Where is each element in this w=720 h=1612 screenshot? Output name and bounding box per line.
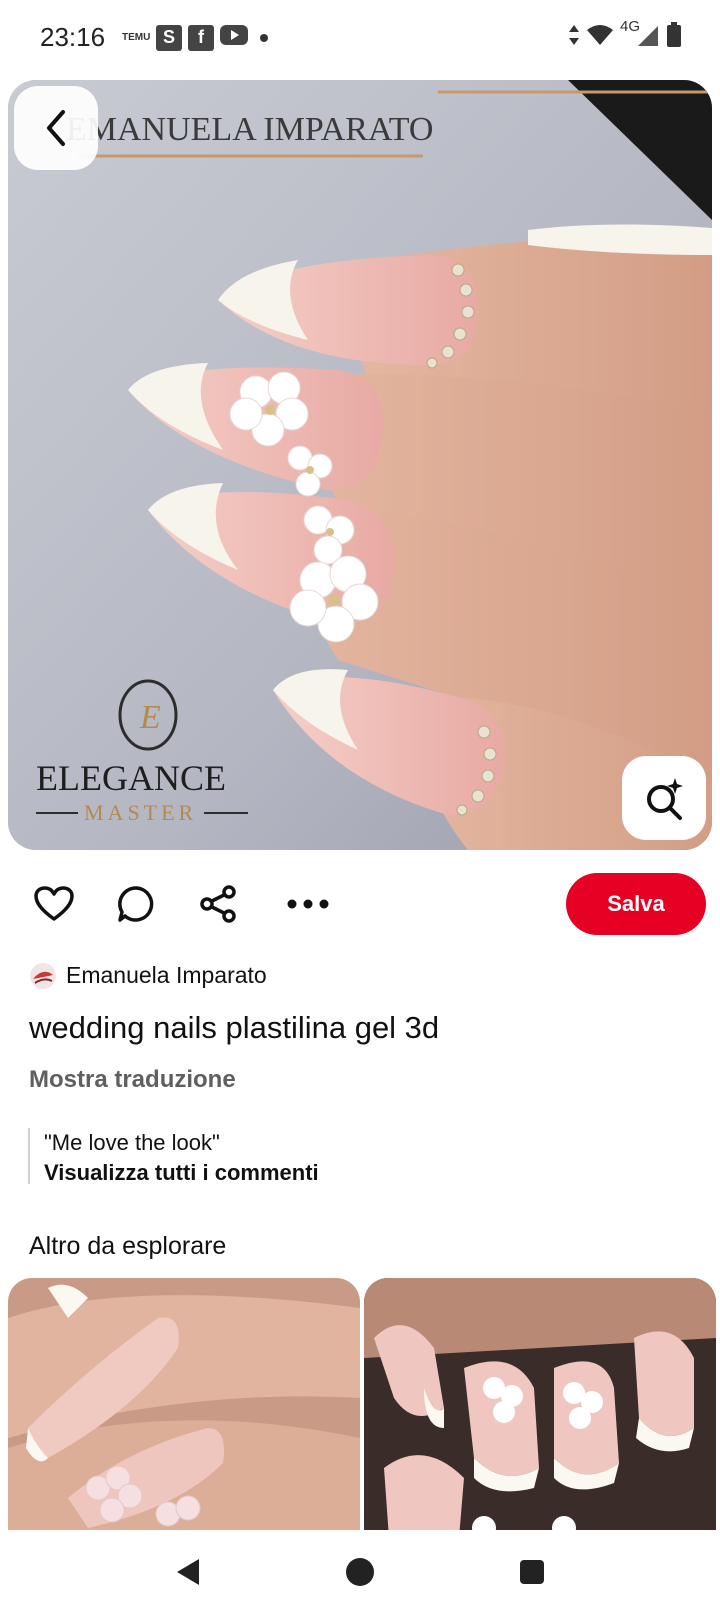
system-icons: 4G xyxy=(568,18,682,53)
visual-search-button[interactable] xyxy=(622,756,706,840)
explore-pin-2[interactable] xyxy=(364,1278,716,1538)
youtube-icon xyxy=(220,24,248,51)
temu-icon: TEMU xyxy=(122,31,151,43)
notification-icons: TEMU S f xyxy=(122,24,268,51)
nav-back-icon[interactable] xyxy=(168,1552,208,1592)
svg-text:MASTER: MASTER xyxy=(84,800,197,825)
svg-text:ELEGANCE: ELEGANCE xyxy=(36,758,226,798)
back-button[interactable] xyxy=(14,86,98,170)
explore-pin-1[interactable] xyxy=(8,1278,360,1538)
watermark-top: EMANUELA IMPARATO xyxy=(66,111,433,148)
save-button[interactable]: Salva xyxy=(566,873,706,935)
explore-heading: Altro da esplorare xyxy=(29,1232,227,1260)
nav-recents-icon[interactable] xyxy=(512,1552,552,1592)
pin-actions: Salva xyxy=(26,870,706,940)
comment-icon[interactable] xyxy=(112,880,160,928)
chevron-left-icon xyxy=(47,110,65,146)
s-icon: S xyxy=(156,24,182,51)
lens-search-icon xyxy=(647,778,683,820)
network-label: 4G xyxy=(620,18,641,35)
comment-text: "Me love the look" xyxy=(44,1130,220,1155)
wifi-icon xyxy=(586,23,614,52)
facebook-icon: f xyxy=(188,24,214,51)
pin-image[interactable]: EMANUELA IMPARATO E ELEGANCE MASTER xyxy=(8,80,712,850)
share-icon[interactable] xyxy=(194,880,242,928)
view-all-comments-link[interactable]: Visualizza tutti i commenti xyxy=(44,1158,319,1188)
status-bar: 23:16 TEMU S f 4G xyxy=(0,0,720,78)
heart-icon[interactable] xyxy=(30,880,78,928)
nav-home-icon[interactable] xyxy=(340,1552,380,1592)
dot-icon xyxy=(260,33,268,42)
avatar xyxy=(30,962,56,989)
author-row[interactable]: Emanuela Imparato xyxy=(30,962,267,989)
svg-text:E: E xyxy=(139,699,161,736)
pin-title: wedding nails plastilina gel 3d xyxy=(29,1010,440,1045)
system-navigation-bar xyxy=(0,1530,720,1612)
status-time: 23:16 xyxy=(40,22,106,52)
battery-icon xyxy=(666,22,682,53)
data-arrows-icon xyxy=(568,23,580,52)
signal-icon: 4G xyxy=(620,18,660,53)
author-name[interactable]: Emanuela Imparato xyxy=(66,962,267,989)
comment-preview[interactable]: "Me love the look" Visualizza tutti i co… xyxy=(28,1128,319,1185)
more-icon[interactable] xyxy=(284,880,332,928)
show-translation-link[interactable]: Mostra traduzione xyxy=(29,1066,236,1094)
